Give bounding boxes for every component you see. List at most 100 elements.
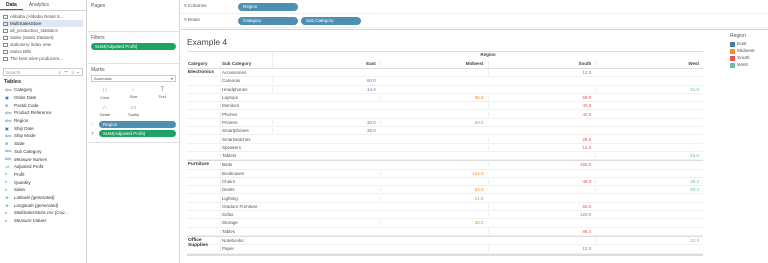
- marks-field-pill[interactable]: SUM(Adjusted Profit): [99, 130, 176, 137]
- mark-size-button[interactable]: ◌ Size: [120, 85, 148, 101]
- field-name: Longitude (generated): [14, 202, 59, 208]
- mark-button-label: Tooltip: [127, 111, 140, 117]
- subcategory-cell: Headphones: [220, 86, 272, 92]
- legend-item[interactable]: Midwest: [730, 48, 768, 55]
- value-cell[interactable]: 120.0: [487, 212, 596, 218]
- field-item[interactable]: Abc Sub Category: [0, 148, 86, 156]
- value-cell[interactable]: 22.4: [595, 238, 703, 244]
- subcategory-header: Sub Category: [220, 61, 272, 68]
- data-source-item[interactable]: The best wine producers...: [3, 55, 83, 62]
- legend-swatch: [730, 42, 735, 47]
- marks-field-pill[interactable]: Region: [99, 121, 176, 128]
- mark-tooltip-button[interactable]: ▭ Tooltip: [120, 102, 148, 118]
- value-cell[interactable]: 68.0: [487, 95, 596, 101]
- database-icon: [3, 21, 8, 26]
- legend-label: South: [737, 56, 750, 61]
- data-source-item[interactable]: Swiss Bills: [3, 48, 83, 55]
- data-source-item[interactable]: stationery index new: [3, 41, 83, 48]
- tab-analytics[interactable]: Analytics: [23, 0, 55, 10]
- field-type-icon: Abc: [5, 87, 12, 92]
- pane-tools-icons[interactable]: ⌕ ▽ ≡ ▾: [58, 70, 80, 75]
- mark-type-dropdown[interactable]: Automatic ▾: [91, 75, 176, 82]
- row-pill[interactable]: Sub Category: [301, 16, 361, 25]
- field-item[interactable]: Abc Ship Mode: [0, 132, 86, 140]
- value-cell[interactable]: 21.6: [595, 86, 703, 92]
- legend-item[interactable]: East: [730, 41, 768, 48]
- field-item[interactable]: Abc Product Reference: [0, 109, 86, 117]
- detail-icon: ∴: [102, 104, 107, 111]
- value-cell[interactable]: 60.0: [272, 78, 380, 84]
- value-cell[interactable]: 21.6: [379, 195, 488, 201]
- mark-button-label: Text: [158, 94, 166, 99]
- field-type-icon: ▣: [5, 96, 9, 101]
- legend-item[interactable]: West: [730, 62, 768, 69]
- field-item[interactable]: ⊕ Longitude (generated): [0, 201, 86, 209]
- value-cell[interactable]: 28.0: [487, 136, 596, 142]
- value-cell[interactable]: 54.0: [379, 187, 488, 193]
- rows-shelf[interactable]: ≡ Rows Category Sub Category: [181, 14, 768, 28]
- table-row: Paper 12.0: [187, 245, 703, 254]
- category-group: Office Supplies Notebooks 22.4 Paper 12.0: [187, 237, 703, 255]
- value-cell[interactable]: 36.0: [379, 220, 488, 226]
- value-cell[interactable]: 54.0: [595, 153, 703, 159]
- value-cell[interactable]: 40.0: [487, 111, 596, 117]
- field-type-icon: Abc: [5, 157, 12, 162]
- mark-detail-button[interactable]: ∴ Detail: [91, 102, 119, 118]
- value-cell[interactable]: 60.0: [379, 119, 488, 125]
- mark-color-button[interactable]: ∷ Color: [91, 85, 119, 101]
- data-source-item[interactable]: Alibaba (Alibaba Retail S...: [3, 13, 83, 20]
- row-pill[interactable]: Category: [238, 16, 298, 25]
- value-cell[interactable]: 66.0: [487, 203, 596, 209]
- field-item[interactable]: ⊕ State: [0, 140, 86, 148]
- shelves: ≡ Columns Region ≡ Rows Category Sub Cate…: [181, 0, 768, 30]
- field-type-icon: =#: [5, 164, 10, 169]
- field-name: Adjusted Profit: [14, 164, 44, 170]
- field-item[interactable]: Abc Measure Names: [0, 155, 86, 163]
- field-item[interactable]: # Sales: [0, 186, 86, 194]
- field-item[interactable]: # Profit: [0, 171, 86, 179]
- field-list: Abc Category ▣ Order Date ⊕ Postal Code Abc Pro…: [0, 86, 86, 224]
- field-item[interactable]: ▣ Ship Date: [0, 124, 86, 132]
- subcategory-cell: Lighting: [220, 195, 272, 201]
- value-cell[interactable]: 36.0: [272, 128, 380, 134]
- mark-text-button[interactable]: T Text: [148, 85, 176, 101]
- field-item[interactable]: =# Adjusted Profit: [0, 163, 86, 171]
- value-cell[interactable]: 12.0: [487, 70, 596, 76]
- tab-data[interactable]: Data: [0, 0, 23, 10]
- value-cell[interactable]: 96.0: [379, 95, 488, 101]
- value-cell[interactable]: 14.4: [272, 86, 380, 92]
- field-item[interactable]: ▣ Order Date: [0, 94, 86, 102]
- filter-pill[interactable]: SUM(Adjusted Profit): [91, 43, 176, 50]
- data-source-name: Swiss Bills: [10, 49, 32, 54]
- column-pill[interactable]: Region: [238, 2, 298, 11]
- value-cell[interactable]: 40.0: [487, 103, 596, 109]
- value-cell[interactable]: 86.4: [487, 228, 596, 234]
- value-cell[interactable]: 12.0: [487, 246, 596, 252]
- region-column-header: East: [272, 61, 380, 68]
- header-region-row: Region: [187, 52, 703, 61]
- legend-item[interactable]: South: [730, 55, 768, 62]
- field-item[interactable]: Abc Category: [0, 86, 86, 94]
- data-source-item[interactable]: Sales (Sales Dataset): [3, 34, 83, 41]
- field-item[interactable]: ⊕ Postal Code: [0, 101, 86, 109]
- value-cell[interactable]: 156.0: [487, 162, 596, 168]
- field-item[interactable]: # Measure Values: [0, 217, 86, 225]
- table-row: Lighting 21.6: [187, 194, 703, 203]
- field-item[interactable]: # Quantity: [0, 178, 86, 186]
- value-cell[interactable]: 45.2: [595, 179, 703, 184]
- value-cell[interactable]: 48.0: [487, 179, 596, 184]
- value-cell[interactable]: 124.0: [379, 170, 488, 176]
- data-source-item[interactable]: MultiSalesStore: [3, 20, 83, 27]
- field-item[interactable]: # MultiSalesStore.csv (Cou...: [0, 209, 86, 217]
- filters-label: Filters: [91, 35, 105, 41]
- search-input[interactable]: Search ⌕ ▽ ≡ ▾: [3, 68, 83, 76]
- data-source-item[interactable]: all_production_statistics: [3, 27, 83, 34]
- value-cell[interactable]: 30.0: [272, 119, 380, 125]
- value-cell[interactable]: 60.4: [595, 187, 703, 193]
- columns-shelf[interactable]: ≡ Columns Region: [181, 0, 768, 14]
- value-cell[interactable]: 12.0: [487, 144, 596, 150]
- field-item[interactable]: Abc Region: [0, 117, 86, 125]
- field-item[interactable]: ⊕ Latitude (generated): [0, 194, 86, 202]
- database-icon: [3, 28, 8, 33]
- field-name: Region: [14, 118, 29, 124]
